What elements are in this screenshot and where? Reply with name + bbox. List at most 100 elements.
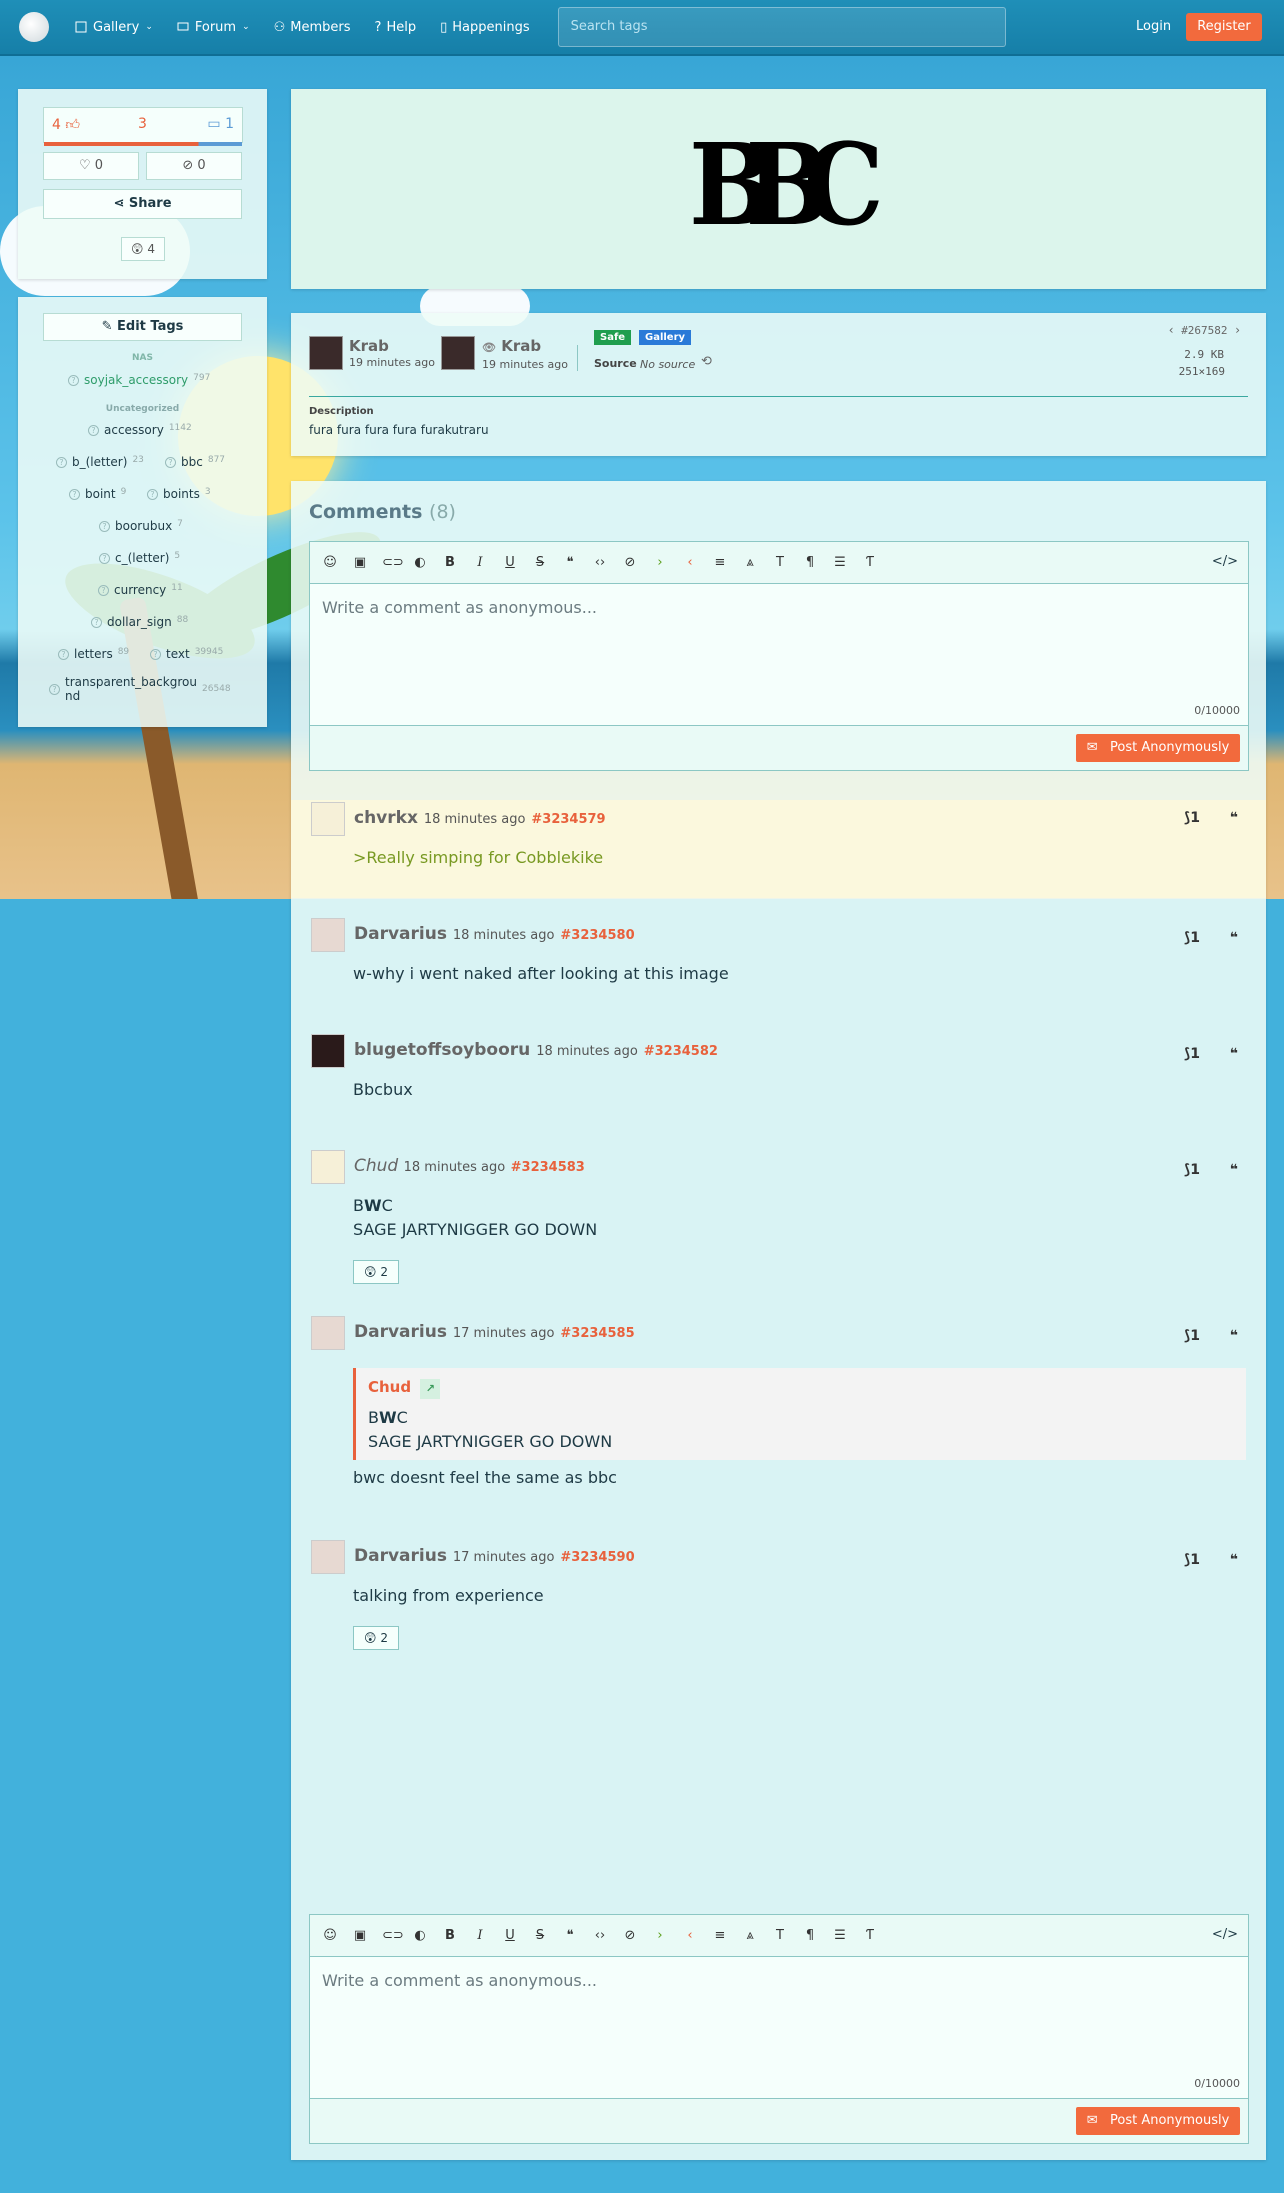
approver-name[interactable]: 👁︎ Krab	[482, 337, 541, 355]
color-icon[interactable]: ◐	[412, 1928, 428, 1944]
italic-icon[interactable]: I	[472, 1928, 488, 1944]
comment-textarea[interactable]: Write a comment as anonymous... 0/10000	[310, 1957, 1248, 2099]
spoiler-icon[interactable]: ⊘	[622, 555, 638, 571]
list-icon[interactable]: ☰	[832, 1928, 848, 1944]
login-link[interactable]: Login	[1136, 19, 1171, 34]
quote-reply-icon[interactable]: ❝	[1230, 1046, 1238, 1062]
comment-avatar[interactable]	[311, 1034, 345, 1068]
source-code-icon[interactable]: </>	[1212, 554, 1238, 569]
comment-id[interactable]: #3234579	[531, 812, 605, 827]
chevron-right-icon[interactable]: ›	[1235, 323, 1240, 337]
image-insert-icon[interactable]: ▣	[352, 1928, 368, 1944]
strikethrough-icon[interactable]: S	[532, 1928, 548, 1944]
quote-icon[interactable]: ❝	[562, 555, 578, 571]
nav-forum[interactable]: Forum ⌄	[177, 20, 250, 35]
post-anonymously-button[interactable]: ✉ Post Anonymously	[1076, 734, 1240, 762]
comment-id[interactable]: #3234583	[511, 1160, 585, 1175]
quote-reply-icon[interactable]: ❝	[1230, 1552, 1238, 1568]
comment-id[interactable]: #3234590	[560, 1550, 634, 1565]
history-icon[interactable]: ⟲	[701, 354, 712, 369]
tag-boorubux[interactable]: ? boorubux 7	[99, 519, 183, 533]
quote-reply-icon[interactable]: ❝	[1230, 1162, 1238, 1178]
comment-avatar[interactable]	[311, 918, 345, 952]
comment-avatar[interactable]	[311, 1316, 345, 1350]
clear-format-icon[interactable]: Ƭ	[862, 555, 878, 571]
downvote-button[interactable]: ▭ 1	[207, 116, 234, 132]
comment-author[interactable]: Darvarius	[354, 924, 447, 944]
tag-b-letter[interactable]: ? b_(letter) 23	[56, 455, 144, 469]
nav-happenings[interactable]: ▯ Happenings	[440, 20, 530, 35]
align-icon[interactable]: ≡	[712, 555, 728, 571]
bold-icon[interactable]: B	[442, 1928, 458, 1944]
nav-help[interactable]: ? Help	[375, 20, 417, 35]
reaction-button[interactable]: 😲 4	[121, 237, 165, 261]
bold-icon[interactable]: B	[442, 555, 458, 571]
reply-icon[interactable]: ⟆1	[1184, 810, 1200, 826]
spoiler-icon[interactable]: ⊘	[622, 1928, 638, 1944]
code-icon[interactable]: ‹›	[592, 555, 608, 571]
tag-bbc[interactable]: ? bbc 877	[165, 455, 225, 469]
orangetext-icon[interactable]: ‹	[682, 1928, 698, 1944]
tag-dollar-sign[interactable]: ? dollar_sign 88	[91, 615, 188, 629]
reply-icon[interactable]: ⟆1	[1184, 1552, 1200, 1568]
list-icon[interactable]: ☰	[832, 555, 848, 571]
tag-accessory[interactable]: ? accessory 1142	[88, 423, 192, 437]
comment-author[interactable]: Darvarius	[354, 1322, 447, 1342]
comment-avatar[interactable]	[311, 1540, 345, 1574]
tag-text[interactable]: ? text 39945	[150, 647, 223, 661]
jump-to-quote-icon[interactable]: ↗	[420, 1379, 441, 1399]
code-icon[interactable]: ‹›	[592, 1928, 608, 1944]
orangetext-icon[interactable]: ‹	[682, 555, 698, 571]
align-icon[interactable]: ≡	[712, 1928, 728, 1944]
tag-transparent-background[interactable]: ? transparent_background 26548	[49, 675, 231, 703]
quote-author[interactable]: Chud	[368, 1378, 411, 1396]
approver-avatar[interactable]	[441, 336, 475, 370]
paragraph-icon[interactable]: ¶	[802, 555, 818, 571]
uploader-name[interactable]: Krab	[349, 337, 389, 355]
greentext-icon[interactable]: ›	[652, 1928, 668, 1944]
tag-boint[interactable]: ? boint 9	[69, 487, 126, 501]
edit-tags-button[interactable]: ✎ Edit Tags	[43, 313, 242, 341]
tag-c-letter[interactable]: ? c_(letter) 5	[99, 551, 180, 565]
quote-reply-icon[interactable]: ❝	[1230, 810, 1238, 826]
site-logo[interactable]	[19, 12, 49, 42]
link-icon[interactable]: ⊂⊃	[382, 555, 404, 571]
comment-author[interactable]: Chud	[354, 1156, 398, 1176]
reaction-button[interactable]: 😲 2	[353, 1260, 399, 1284]
strikethrough-icon[interactable]: S	[532, 555, 548, 571]
reply-icon[interactable]: ⟆1	[1184, 1328, 1200, 1344]
comment-id[interactable]: #3234580	[560, 928, 634, 943]
reply-icon[interactable]: ⟆1	[1184, 930, 1200, 946]
underline-icon[interactable]: U	[502, 555, 518, 571]
comment-author[interactable]: blugetoffsoybooru	[354, 1040, 530, 1060]
share-button[interactable]: ⋖ Share	[43, 189, 242, 219]
tag-soyjak-accessory[interactable]: ? soyjak_accessory 797	[68, 373, 210, 387]
uploader-avatar[interactable]	[309, 336, 343, 370]
post-anonymously-button[interactable]: ✉ Post Anonymously	[1076, 2107, 1240, 2135]
comment-author[interactable]: chvrkx	[354, 808, 418, 828]
comment-avatar[interactable]	[311, 1150, 345, 1184]
favorite-button[interactable]: ♡ 0	[43, 152, 139, 180]
quote-reply-icon[interactable]: ❝	[1230, 930, 1238, 946]
highlight-icon[interactable]: ⩓	[742, 555, 758, 571]
comment-author[interactable]: Darvarius	[354, 1546, 447, 1566]
emoji-icon[interactable]: ☺	[322, 1928, 338, 1944]
color-icon[interactable]: ◐	[412, 555, 428, 571]
tag-boints[interactable]: ? boints 3	[147, 487, 211, 501]
reply-icon[interactable]: ⟆1	[1184, 1162, 1200, 1178]
tag-currency[interactable]: ? currency 11	[98, 583, 183, 597]
comment-id[interactable]: #3234585	[560, 1326, 634, 1341]
italic-icon[interactable]: I	[472, 555, 488, 571]
search-input[interactable]: Search tags	[557, 7, 1006, 47]
category-badge-gallery[interactable]: Gallery	[639, 330, 692, 345]
rating-badge-safe[interactable]: Safe	[594, 330, 632, 345]
source-code-icon[interactable]: </>	[1212, 1927, 1238, 1942]
font-size-icon[interactable]: T	[772, 1928, 788, 1944]
greentext-icon[interactable]: ›	[652, 555, 668, 571]
hide-button[interactable]: ⊘ 0	[146, 152, 242, 180]
highlight-icon[interactable]: ⩓	[742, 1928, 758, 1944]
comment-textarea[interactable]: Write a comment as anonymous... 0/10000	[310, 584, 1248, 726]
comment-avatar[interactable]	[311, 802, 345, 836]
tag-letters[interactable]: ? letters 89	[58, 647, 129, 661]
upvote-button[interactable]: 4 👍︎	[52, 116, 80, 133]
